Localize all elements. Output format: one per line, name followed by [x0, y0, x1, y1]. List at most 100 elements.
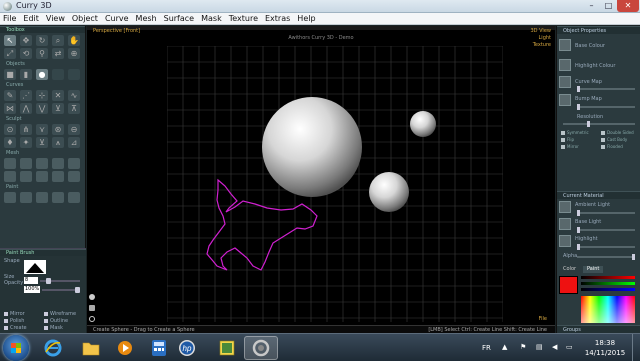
red-channel-bar[interactable] [581, 276, 635, 279]
green-channel-bar[interactable] [581, 282, 635, 285]
opacity-slider[interactable] [42, 287, 80, 293]
pan-tool-icon[interactable]: ✋ [68, 35, 80, 46]
alpha-slider[interactable] [577, 254, 635, 260]
tab-color[interactable]: Color [559, 266, 580, 273]
bump-map-swatch[interactable] [559, 94, 571, 106]
menu-file[interactable]: File [0, 13, 20, 24]
medium-sphere[interactable] [369, 172, 409, 212]
sculpt-inflate-icon[interactable]: ⊛ [52, 124, 64, 135]
create-checkbox[interactable]: Create [4, 325, 27, 331]
minimize-button[interactable]: – [583, 0, 600, 12]
sculpt-push-icon[interactable]: ⋔ [20, 124, 32, 135]
base-light-swatch[interactable] [559, 218, 571, 230]
opacity-value-field[interactable]: 100% [24, 286, 40, 293]
mirror-checkbox[interactable]: Mirror [4, 311, 25, 317]
extrude-curve-icon[interactable]: ⋀ [20, 103, 32, 114]
sculpt-grab-icon[interactable]: ✦ [20, 137, 32, 148]
zoom-tool-icon[interactable]: ⌕ [52, 35, 64, 46]
base-light-slider[interactable] [577, 227, 635, 233]
menu-extras[interactable]: Extras [262, 13, 294, 24]
mirror-tool-icon[interactable]: ⇄ [52, 48, 64, 59]
resolution-slider[interactable] [563, 121, 635, 127]
paint-tool-3[interactable] [36, 192, 48, 203]
move-tool-icon[interactable]: ✥ [20, 35, 32, 46]
menu-mask[interactable]: Mask [198, 13, 226, 24]
image-viewer-icon[interactable] [210, 336, 244, 360]
menu-help[interactable]: Help [294, 13, 319, 24]
mesh-tool-7[interactable] [20, 171, 32, 182]
join-curve-icon[interactable]: ⋁ [36, 103, 48, 114]
curve-map-slider[interactable] [577, 86, 635, 92]
view-settings-icon[interactable] [89, 305, 95, 311]
menu-object[interactable]: Object [69, 13, 102, 24]
cast-body-checkbox[interactable]: Cast Body [601, 137, 627, 142]
menu-curve[interactable]: Curve [102, 13, 133, 24]
delete-point-icon[interactable]: ✕ [52, 90, 64, 101]
cylinder-object-icon[interactable]: ▮ [20, 69, 32, 80]
sculpt-nudge-icon[interactable]: ⊿ [68, 137, 80, 148]
close-button[interactable]: ✕ [617, 0, 639, 12]
small-sphere[interactable] [410, 111, 436, 137]
menu-edit[interactable]: Edit [20, 13, 43, 24]
paint-tool-4[interactable] [52, 192, 64, 203]
highlight-knob[interactable] [577, 244, 580, 250]
cube-object-icon[interactable]: ■ [4, 69, 16, 80]
large-sphere[interactable] [262, 97, 362, 197]
sculpt-crease-icon[interactable]: ⊻ [36, 137, 48, 148]
mesh-tool-8[interactable] [36, 171, 48, 182]
blue-channel-bar[interactable] [581, 288, 635, 291]
show-desktop-button[interactable] [632, 334, 640, 361]
flip-checkbox[interactable]: Flip [561, 137, 574, 142]
sculpt-draw-icon[interactable]: ⊙ [4, 124, 16, 135]
resolution-knob[interactable] [587, 121, 590, 127]
file-label[interactable]: File [539, 316, 547, 322]
curve-map-knob[interactable] [577, 86, 580, 92]
sculpt-flatten-icon[interactable]: ⊖ [68, 124, 80, 135]
symmetric-checkbox[interactable]: Symmetric [561, 130, 589, 135]
lathe-tool-icon[interactable]: ⊕ [68, 48, 80, 59]
mesh-tool-4[interactable] [52, 158, 64, 169]
smooth-curve-icon[interactable]: ∿ [68, 90, 80, 101]
double-sided-checkbox[interactable]: Double Sided [601, 130, 634, 135]
view-zoom-icon[interactable] [89, 316, 95, 322]
view-camera-icon[interactable] [89, 294, 95, 300]
language-indicator[interactable]: FR [482, 344, 491, 352]
add-point-icon[interactable]: ⊹ [36, 90, 48, 101]
current-color-swatch[interactable] [559, 276, 578, 294]
mesh-tool-10[interactable] [68, 171, 80, 182]
mesh-tool-6[interactable] [4, 171, 16, 182]
ambient-light-swatch[interactable] [559, 201, 571, 213]
hp-icon[interactable]: hp [170, 336, 204, 360]
curve-map-swatch[interactable] [559, 76, 571, 88]
flooded-checkbox[interactable]: Flooded [601, 144, 623, 149]
maximize-button[interactable]: □ [600, 0, 617, 12]
clock[interactable]: 18:38 14/11/2015 [583, 338, 627, 358]
mask-checkbox[interactable]: Mask [44, 325, 63, 331]
media-player-icon[interactable] [108, 336, 142, 360]
point-curve-icon[interactable]: ⋰ [20, 90, 32, 101]
lathe-curve-icon[interactable]: ⊻ [52, 103, 64, 114]
mesh-tool-5[interactable] [68, 158, 80, 169]
menu-mesh[interactable]: Mesh [133, 13, 161, 24]
alpha-knob[interactable] [632, 254, 635, 260]
sculpt-pinch-icon[interactable]: ⋎ [36, 124, 48, 135]
tab-paint[interactable]: Paint [583, 266, 604, 273]
pen-curve-icon[interactable]: ✎ [4, 90, 16, 101]
base-colour-swatch[interactable] [559, 39, 571, 51]
3d-viewport[interactable]: Perspective [Front] Awithors Curry 3D - … [87, 26, 555, 333]
menu-view[interactable]: View [43, 13, 69, 24]
power-icon[interactable]: ▭ [566, 343, 573, 351]
highlight-swatch[interactable] [559, 235, 571, 247]
snap-tool-icon[interactable]: ⚲ [36, 48, 48, 59]
curry3d-icon[interactable] [244, 336, 278, 360]
tray-expand-icon[interactable]: ▲ [502, 343, 507, 351]
rotate-tool-icon[interactable]: ↻ [36, 35, 48, 46]
close-curve-icon[interactable]: ⊼ [68, 103, 80, 114]
outline-checkbox[interactable]: Outline [44, 318, 68, 324]
volume-icon[interactable]: ◀ [552, 343, 557, 351]
paint-tool-5[interactable] [68, 192, 80, 203]
polish-checkbox[interactable]: Polish [4, 318, 24, 324]
split-curve-icon[interactable]: ⋈ [4, 103, 16, 114]
mirror-prop-checkbox[interactable]: Mirror [561, 144, 579, 149]
rotate-object-icon[interactable]: ⟲ [20, 48, 32, 59]
